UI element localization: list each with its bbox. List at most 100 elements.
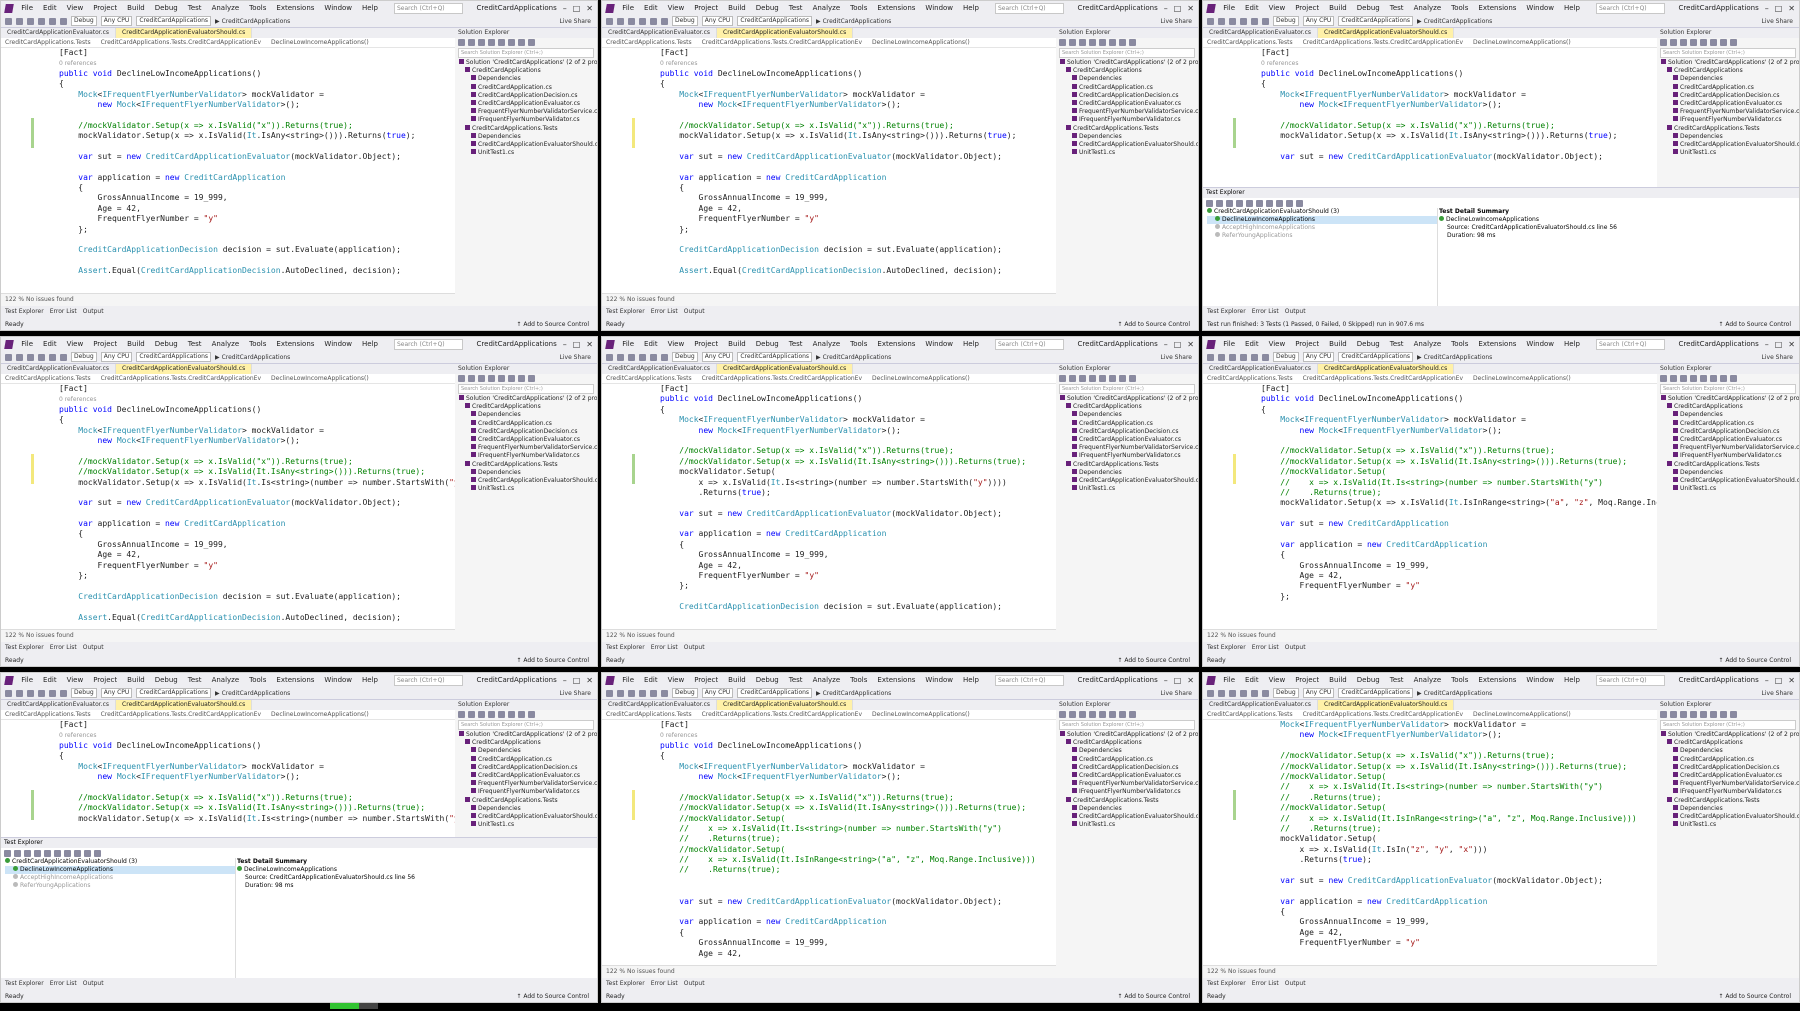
tree-item[interactable]: CreditCardApplicationEvaluator.cs <box>1060 436 1198 444</box>
tool-tab[interactable]: Output <box>83 306 104 318</box>
toolbar-button-icon[interactable] <box>1240 17 1247 25</box>
menu-debug[interactable]: Debug <box>754 676 781 684</box>
tree-item[interactable]: CreditCardApplicationDecision.cs <box>459 763 597 772</box>
toolbar-button-icon[interactable] <box>661 689 668 697</box>
search-input[interactable]: Search (Ctrl+Q) <box>1596 2 1665 14</box>
tool-tab[interactable]: Error List <box>1252 642 1279 654</box>
tree-item[interactable]: CreditCardApplication.cs <box>1060 419 1198 428</box>
document-tab[interactable]: CreditCardApplicationEvaluator.cs <box>602 700 718 710</box>
tree-item[interactable]: FrequentFlyerNumberValidatorService.cs <box>1060 108 1198 116</box>
maximize-icon[interactable]: □ <box>573 340 581 349</box>
navigation-dropdown[interactable]: CreditCardApplications.Tests.CreditCardA… <box>702 710 862 719</box>
menu-project[interactable]: Project <box>692 340 720 348</box>
toolbar-button-icon[interactable] <box>468 375 475 382</box>
tree-item[interactable]: Dependencies <box>459 468 597 477</box>
menu-build[interactable]: Build <box>125 4 147 12</box>
tool-tab[interactable]: Test Explorer <box>1207 978 1246 990</box>
menu-file[interactable]: File <box>19 676 35 684</box>
maximize-icon[interactable]: □ <box>1775 340 1783 349</box>
toolbar-button-icon[interactable] <box>1119 711 1126 718</box>
tree-item[interactable]: CreditCardApplicationEvaluatorShould.cs <box>1060 141 1198 149</box>
minimize-icon[interactable]: – <box>563 4 567 13</box>
toolbar-button-icon[interactable] <box>1059 375 1066 382</box>
tree-item[interactable]: Solution 'CreditCardApplications' (2 of … <box>1060 731 1198 739</box>
navigation-dropdown[interactable]: CreditCardApplications.Tests.CreditCardA… <box>702 374 862 383</box>
toolbar-button-icon[interactable] <box>1109 375 1116 382</box>
toolbar-button-icon[interactable] <box>1129 711 1136 718</box>
tree-item[interactable]: CreditCardApplicationEvaluator.cs <box>459 772 597 780</box>
tool-tab[interactable]: Test Explorer <box>5 642 44 654</box>
document-tab[interactable]: CreditCardApplicationEvaluatorShould.cs <box>1318 364 1455 374</box>
platform-select[interactable]: Any CPU <box>100 688 133 698</box>
tree-item[interactable]: IFrequentFlyerNumberValidator.cs <box>459 452 597 460</box>
tree-item[interactable]: IFrequentFlyerNumberValidator.cs <box>1661 788 1799 796</box>
tool-tab[interactable]: Output <box>1285 978 1306 990</box>
tree-item[interactable]: CreditCardApplicationEvaluatorShould.cs <box>1661 813 1799 821</box>
run-button[interactable]: ▶ CreditCardApplications <box>215 18 290 25</box>
menu-view[interactable]: View <box>65 4 86 12</box>
toolbar-button-icon[interactable] <box>1129 39 1136 46</box>
menu-view[interactable]: View <box>666 4 687 12</box>
code-text[interactable]: [Fact] 0 references public void DeclineLow… <box>1 48 456 294</box>
toolbar-button-icon[interactable] <box>1720 39 1727 46</box>
toolbar-button-icon[interactable] <box>1229 353 1236 361</box>
tree-item[interactable]: CreditCardApplications <box>1060 739 1198 747</box>
startup-project-select[interactable]: CreditCardApplications <box>1338 688 1414 698</box>
toolbar-button-icon[interactable] <box>606 689 613 697</box>
navigation-dropdown[interactable]: CreditCardApplications.Tests.CreditCardA… <box>702 38 862 47</box>
tool-tab[interactable]: Test Explorer <box>5 306 44 318</box>
tool-tab[interactable]: Error List <box>50 642 77 654</box>
tree-item[interactable]: Solution 'CreditCardApplications' (2 of … <box>1661 731 1799 739</box>
menu-project[interactable]: Project <box>1293 340 1321 348</box>
document-tab[interactable]: CreditCardApplicationEvaluator.cs <box>1203 700 1319 710</box>
menu-debug[interactable]: Debug <box>153 340 180 348</box>
navigation-dropdown[interactable]: CreditCardApplications.Tests.CreditCardA… <box>101 374 261 383</box>
navigation-dropdown[interactable]: DeclineLowIncomeApplications() <box>271 710 369 719</box>
document-tab[interactable]: CreditCardApplicationEvaluator.cs <box>1 364 117 374</box>
navigation-dropdown[interactable]: CreditCardApplications.Tests <box>1207 710 1293 719</box>
menu-window[interactable]: Window <box>1524 340 1556 348</box>
navigation-dropdown[interactable]: CreditCardApplications.Tests.CreditCardA… <box>1303 710 1463 719</box>
tree-item[interactable]: Dependencies <box>1661 804 1799 813</box>
tree-item[interactable]: Dependencies <box>1060 468 1198 477</box>
menu-view[interactable]: View <box>1267 676 1288 684</box>
tree-item[interactable]: Solution 'CreditCardApplications' (2 of … <box>1661 395 1799 403</box>
toolbar-button-icon[interactable] <box>639 353 646 361</box>
menu-file[interactable]: File <box>1221 340 1237 348</box>
menu-project[interactable]: Project <box>692 4 720 12</box>
toolbar-button-icon[interactable] <box>1660 39 1667 46</box>
toolbar-button-icon[interactable] <box>1660 711 1667 718</box>
tree-item[interactable]: CreditCardApplications.Tests <box>1060 124 1198 133</box>
toolbar-button-icon[interactable] <box>488 39 495 46</box>
menu-analyze[interactable]: Analyze <box>1412 676 1444 684</box>
menu-build[interactable]: Build <box>726 676 748 684</box>
toolbar-button-icon[interactable] <box>84 849 91 857</box>
run-button[interactable]: ▶ CreditCardApplications <box>215 690 290 697</box>
navigation-dropdown[interactable]: CreditCardApplications.Tests <box>1207 374 1293 383</box>
tree-item[interactable]: CreditCardApplications <box>1661 739 1799 747</box>
toolbar-button-icon[interactable] <box>1720 375 1727 382</box>
toolbar-button-icon[interactable] <box>478 39 485 46</box>
add-to-source-control[interactable]: ↑ Add to Source Control <box>1718 993 1799 1000</box>
tree-item[interactable]: IFrequentFlyerNumberValidator.cs <box>1661 452 1799 460</box>
startup-project-select[interactable]: CreditCardApplications <box>1338 16 1414 26</box>
tree-item[interactable]: UnitTest1.cs <box>1060 821 1198 829</box>
tree-item[interactable]: CreditCardApplicationEvaluatorShould.cs <box>459 477 597 485</box>
tree-item[interactable]: CreditCardApplicationEvaluator.cs <box>1661 772 1799 780</box>
tool-tab[interactable]: Test Explorer <box>5 978 44 990</box>
run-button[interactable]: ▶ CreditCardApplications <box>1417 354 1492 361</box>
document-tab[interactable]: CreditCardApplicationEvaluatorShould.cs <box>717 700 854 710</box>
toolbar-button-icon[interactable] <box>1059 39 1066 46</box>
minimize-icon[interactable]: – <box>1765 676 1769 685</box>
menu-test[interactable]: Test <box>186 4 204 12</box>
tool-tab[interactable]: Error List <box>1252 978 1279 990</box>
minimize-icon[interactable]: – <box>1765 4 1769 13</box>
run-button[interactable]: ▶ CreditCardApplications <box>1417 690 1492 697</box>
tree-item[interactable]: FrequentFlyerNumberValidatorService.cs <box>1661 780 1799 788</box>
toolbar-button-icon[interactable] <box>488 375 495 382</box>
menu-analyze[interactable]: Analyze <box>210 676 242 684</box>
test-item[interactable]: ReferYoungApplications <box>5 882 235 890</box>
tree-item[interactable]: FrequentFlyerNumberValidatorService.cs <box>459 108 597 116</box>
close-icon[interactable]: ✕ <box>1788 340 1795 349</box>
tree-item[interactable]: CreditCardApplications <box>1060 67 1198 75</box>
